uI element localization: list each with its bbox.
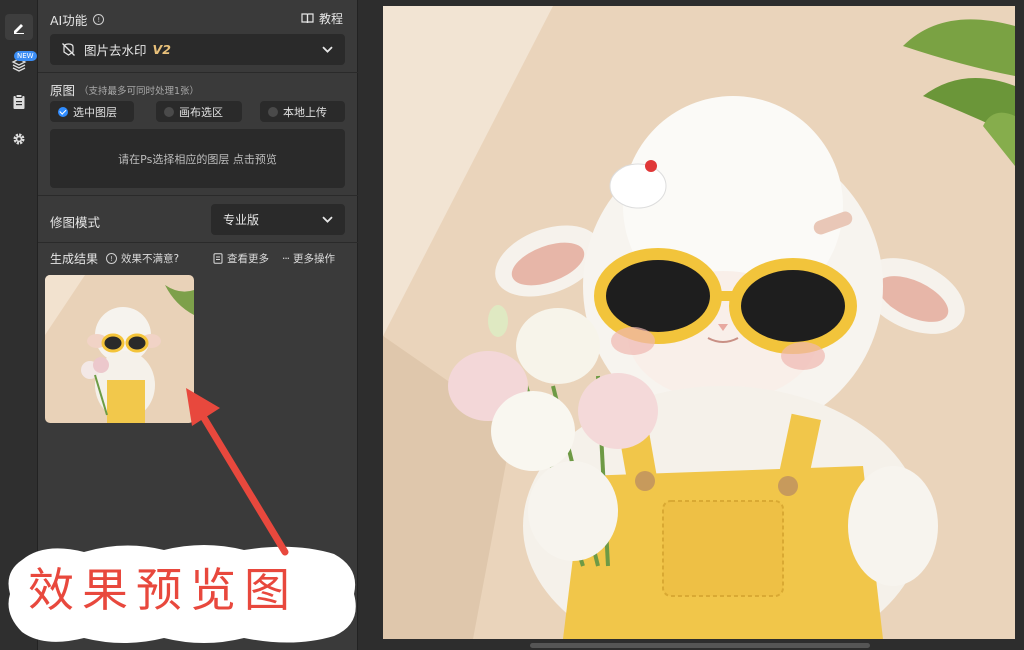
- preview-drop-area[interactable]: 请在Ps选择相应的图层 点击预览: [50, 129, 345, 188]
- view-more-link[interactable]: 查看更多: [213, 251, 269, 266]
- divider: [38, 195, 358, 196]
- result-header: 生成结果 ! 效果不满意? 查看更多 ··· 更多操作: [50, 250, 350, 266]
- watermark-remove-icon: [62, 43, 75, 56]
- edit-tool-button[interactable]: [5, 14, 33, 40]
- option-label: 画布选区: [179, 105, 223, 119]
- annotation-arrow: [186, 388, 289, 556]
- info-icon: !: [106, 253, 117, 264]
- tutorial-label: 教程: [318, 12, 343, 26]
- result-title: 生成结果: [50, 252, 99, 266]
- settings-tool-button[interactable]: [5, 126, 33, 152]
- feedback-link[interactable]: ! 效果不满意?: [106, 251, 179, 266]
- tasks-tool-button[interactable]: [5, 89, 33, 115]
- book-icon: [301, 13, 314, 24]
- option-label: 选中图层: [73, 105, 117, 119]
- document-icon: [213, 253, 223, 264]
- mode-label: 修图模式: [50, 212, 100, 231]
- mode-select[interactable]: 专业版: [211, 204, 345, 235]
- divider: [38, 242, 358, 243]
- source-header: 原图 （支持最多可同时处理1张）: [50, 80, 199, 99]
- horizontal-scrollbar[interactable]: [530, 643, 870, 648]
- feature-version: V2: [152, 42, 171, 57]
- sheep-preview-image: [383, 6, 1015, 639]
- source-note: （支持最多可同时处理1张）: [79, 85, 200, 97]
- more-dots-icon: ···: [282, 252, 290, 265]
- new-badge: NEW: [14, 51, 37, 61]
- drop-hint: 请在Ps选择相应的图层 点击预览: [118, 152, 277, 166]
- view-more-label: 查看更多: [227, 253, 269, 265]
- feature-select[interactable]: 图片去水印 V2: [50, 34, 345, 65]
- more-actions-link[interactable]: ··· 更多操作: [282, 251, 335, 266]
- feedback-label: 效果不满意?: [121, 253, 180, 265]
- pencil-icon: [14, 24, 24, 34]
- ai-section-title: AI功能: [50, 13, 88, 28]
- radio-icon: [268, 106, 278, 117]
- annotation-text: 效果预览图: [28, 563, 298, 617]
- divider: [38, 72, 358, 73]
- tutorial-link[interactable]: 教程: [301, 10, 343, 27]
- source-title: 原图: [50, 83, 76, 98]
- option-label: 本地上传: [283, 105, 327, 119]
- clipboard-icon: [13, 94, 25, 109]
- option-canvas-selection[interactable]: 画布选区: [156, 101, 242, 122]
- chevron-down-icon: [322, 46, 333, 53]
- ai-section-header: AI功能 !: [50, 10, 105, 29]
- radio-icon: [164, 106, 174, 117]
- preview-image: [383, 6, 1015, 639]
- feature-name: 图片去水印: [84, 43, 147, 58]
- gear-icon: [13, 133, 25, 145]
- mode-value: 专业版: [223, 213, 260, 227]
- info-icon[interactable]: !: [93, 14, 105, 25]
- option-selected-layer[interactable]: 选中图层: [50, 101, 134, 122]
- chevron-down-icon: [322, 216, 333, 223]
- radio-checked-icon: [58, 106, 68, 117]
- mode-label-text: 修图模式: [50, 215, 101, 230]
- option-local-upload[interactable]: 本地上传: [260, 101, 345, 122]
- more-actions-label: 更多操作: [293, 253, 336, 265]
